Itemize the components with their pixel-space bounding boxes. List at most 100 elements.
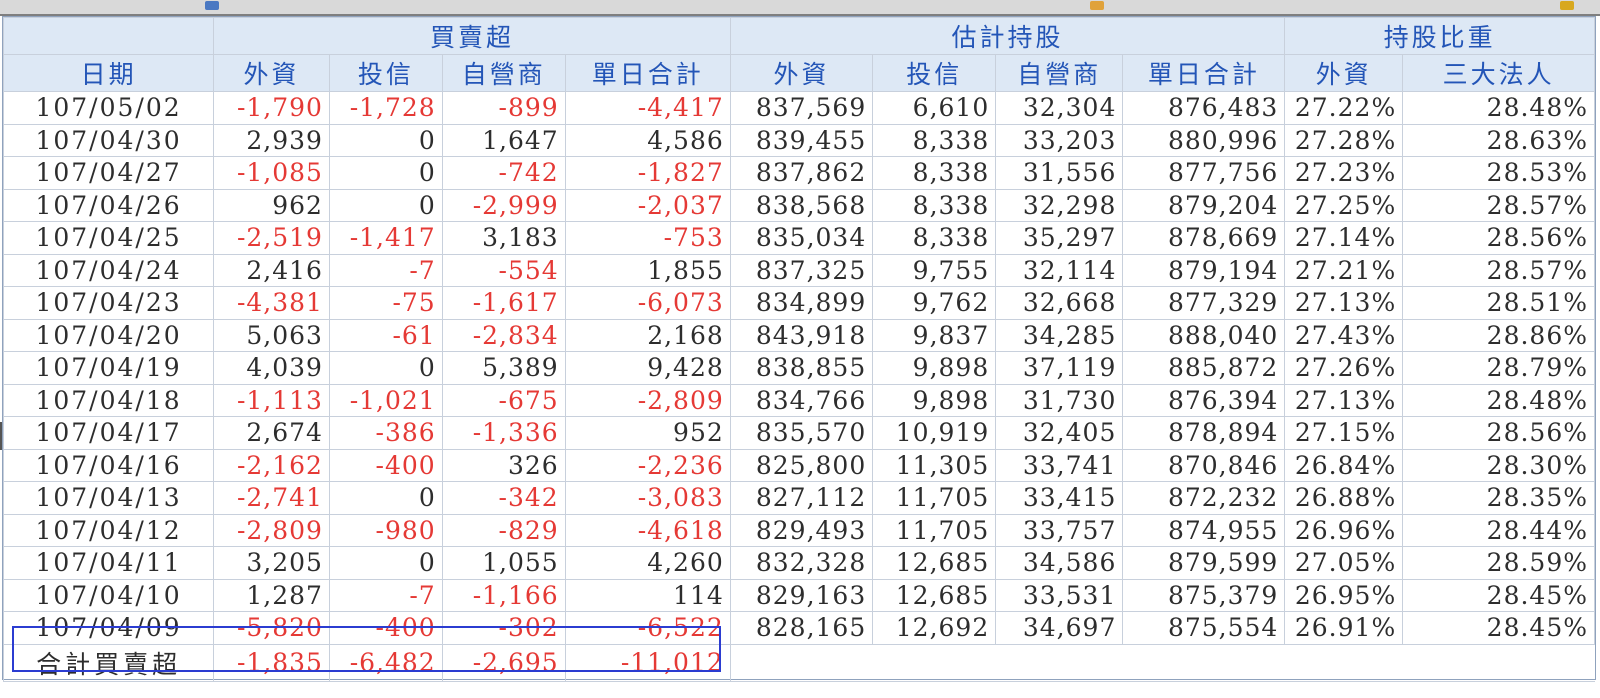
- cell-foreign-ratio: 27.23%: [1284, 156, 1404, 190]
- cell-trust-holdings: 8,338: [872, 188, 997, 222]
- cell-trust-holdings: 12,692: [872, 611, 997, 645]
- cell-foreign-ratio: 27.13%: [1284, 286, 1404, 320]
- table-row: 107/04/20 5,063 -61 -2,834 2,168 843,918 9,837…: [2, 318, 1595, 352]
- cell-foreign: 4,039: [213, 351, 330, 385]
- cell-foreign-ratio: 27.26%: [1284, 351, 1404, 385]
- cell-date: 107/04/16: [2, 448, 215, 482]
- cell-three-institutions-ratio: 28.79%: [1402, 351, 1595, 385]
- column-header-dealer[interactable]: 自營商: [441, 54, 566, 92]
- column-header-foreign[interactable]: 外資: [213, 54, 330, 92]
- cell-investment-trust: -75: [328, 286, 443, 320]
- cell-daily-total: 9,428: [564, 351, 731, 385]
- column-header-dealer-holdings[interactable]: 自營商: [995, 54, 1124, 92]
- cell-foreign-ratio: 27.14%: [1284, 221, 1404, 255]
- cell-total-holdings: 875,379: [1122, 578, 1286, 612]
- toolbar-icon: [1560, 1, 1574, 10]
- cell-daily-total: -2,037: [564, 188, 731, 222]
- cell-foreign-ratio: 27.21%: [1284, 253, 1404, 287]
- cell-three-institutions-ratio: 28.57%: [1402, 188, 1595, 222]
- cell-total-holdings: 872,232: [1122, 481, 1286, 515]
- table-row: 107/04/12 -2,809 -980 -829 -4,618 829,493 11,7…: [2, 513, 1595, 547]
- cell-three-institutions-ratio: 28.59%: [1402, 546, 1595, 580]
- cell-trust-holdings: 8,338: [872, 156, 997, 190]
- column-header-investment-trust[interactable]: 投信: [328, 54, 443, 92]
- cell-daily-total: 952: [564, 416, 731, 450]
- cell-dealer-holdings: 33,531: [995, 578, 1124, 612]
- total-foreign: -1,835: [213, 643, 330, 682]
- cell-total-holdings: 879,204: [1122, 188, 1286, 222]
- cell-dealer-holdings: 34,697: [995, 611, 1124, 645]
- total-investment-trust: -6,482: [328, 643, 443, 682]
- cell-foreign: -2,519: [213, 221, 330, 255]
- cell-date: 107/04/25: [2, 221, 215, 255]
- table-row: 107/04/10 1,287 -7 -1,166 114 829,163 12,685 33…: [2, 578, 1595, 612]
- cell-date: 107/04/09: [2, 611, 215, 645]
- cell-date: 107/04/27: [2, 156, 215, 190]
- cell-three-institutions-ratio: 28.56%: [1402, 416, 1595, 450]
- column-header-date[interactable]: 日期: [2, 54, 215, 92]
- cell-investment-trust: -1,417: [328, 221, 443, 255]
- cell-foreign-holdings: 829,163: [729, 578, 874, 612]
- cell-date: 107/04/20: [2, 318, 215, 352]
- cell-investment-trust: -400: [328, 611, 443, 645]
- cell-dealer: -675: [441, 383, 566, 417]
- column-header-total-holdings[interactable]: 單日合計: [1122, 54, 1286, 92]
- cell-daily-total: -3,083: [564, 481, 731, 515]
- cell-total-holdings: 874,955: [1122, 513, 1286, 547]
- cell-dealer-holdings: 32,298: [995, 188, 1124, 222]
- cell-dealer-holdings: 37,119: [995, 351, 1124, 385]
- column-header-daily-total[interactable]: 單日合計: [564, 54, 731, 92]
- window-toolbar-strip: [0, 0, 1600, 16]
- cell-dealer: 5,389: [441, 351, 566, 385]
- column-header-three-institutions-ratio[interactable]: 三大法人: [1402, 54, 1595, 92]
- cell-investment-trust: -386: [328, 416, 443, 450]
- cell-daily-total: 2,168: [564, 318, 731, 352]
- cell-date: 107/04/17: [2, 416, 215, 450]
- cell-total-holdings: 877,329: [1122, 286, 1286, 320]
- table-row: 107/04/23 -4,381 -75 -1,617 -6,073 834,899 9,7…: [2, 286, 1595, 320]
- cell-foreign-holdings: 837,569: [729, 91, 874, 125]
- table-row: 107/04/25 -2,519 -1,417 3,183 -753 835,034 8,3…: [2, 221, 1595, 255]
- cell-date: 107/05/02: [2, 91, 215, 125]
- cell-dealer-holdings: 34,285: [995, 318, 1124, 352]
- cell-daily-total: 1,855: [564, 253, 731, 287]
- institutional-trading-table-panel: 買賣超 估計持股 持股比重 日期 外資 投信 自營商 單日合計 外資 投信 自營…: [2, 16, 1596, 682]
- cell-total-holdings: 879,194: [1122, 253, 1286, 287]
- table-row: 107/04/30 2,939 0 1,647 4,586 839,455 8,338 33,…: [2, 123, 1595, 157]
- cell-trust-holdings: 12,685: [872, 578, 997, 612]
- table-row: 107/04/27 -1,085 0 -742 -1,827 837,862 8,338 31…: [2, 156, 1595, 190]
- cell-foreign-ratio: 27.43%: [1284, 318, 1404, 352]
- cell-trust-holdings: 11,705: [872, 513, 997, 547]
- cell-total-holdings: 870,846: [1122, 448, 1286, 482]
- cell-foreign-ratio: 27.13%: [1284, 383, 1404, 417]
- cell-date: 107/04/13: [2, 481, 215, 515]
- table-header: 買賣超 估計持股 持股比重 日期 外資 投信 自營商 單日合計 外資 投信 自營…: [2, 17, 1595, 92]
- cell-foreign: -2,809: [213, 513, 330, 547]
- cell-foreign-holdings: 837,862: [729, 156, 874, 190]
- cell-daily-total: -1,827: [564, 156, 731, 190]
- column-header-foreign-holdings[interactable]: 外資: [729, 54, 874, 92]
- cell-investment-trust: -7: [328, 253, 443, 287]
- column-header-trust-holdings[interactable]: 投信: [872, 54, 997, 92]
- cell-three-institutions-ratio: 28.63%: [1402, 123, 1595, 157]
- table-row: 107/04/17 2,674 -386 -1,336 952 835,570 10,919…: [2, 416, 1595, 450]
- cell-investment-trust: 0: [328, 481, 443, 515]
- cell-trust-holdings: 9,755: [872, 253, 997, 287]
- cell-dealer: -1,336: [441, 416, 566, 450]
- cell-dealer-holdings: 34,586: [995, 546, 1124, 580]
- table-row: 107/04/16 -2,162 -400 326 -2,236 825,800 11,30…: [2, 448, 1595, 482]
- cell-foreign: -2,741: [213, 481, 330, 515]
- cell-date: 107/04/23: [2, 286, 215, 320]
- cell-investment-trust: 0: [328, 156, 443, 190]
- cell-foreign-ratio: 26.91%: [1284, 611, 1404, 645]
- column-header-foreign-ratio[interactable]: 外資: [1284, 54, 1404, 92]
- header-group-row: 買賣超 估計持股 持股比重: [2, 17, 1595, 55]
- cell-three-institutions-ratio: 28.35%: [1402, 481, 1595, 515]
- cell-investment-trust: -400: [328, 448, 443, 482]
- cell-three-institutions-ratio: 28.30%: [1402, 448, 1595, 482]
- cell-foreign-holdings: 838,568: [729, 188, 874, 222]
- cell-dealer-holdings: 33,741: [995, 448, 1124, 482]
- cell-foreign-ratio: 26.95%: [1284, 578, 1404, 612]
- cell-dealer: -829: [441, 513, 566, 547]
- cell-trust-holdings: 10,919: [872, 416, 997, 450]
